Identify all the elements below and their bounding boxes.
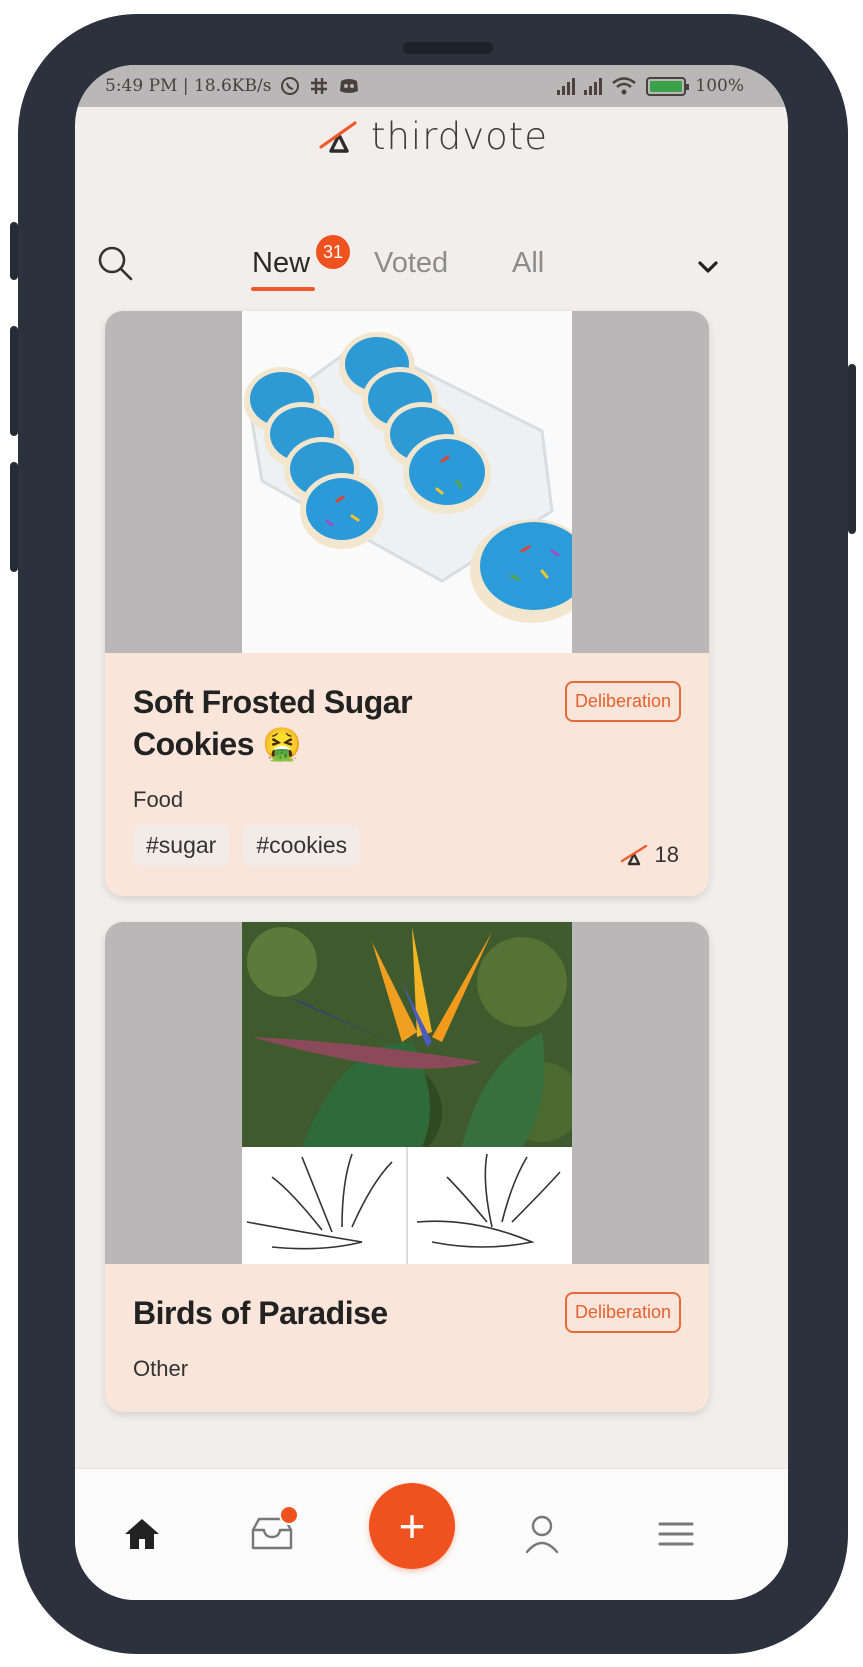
vote-icon <box>620 844 647 866</box>
signal-icon <box>584 77 603 95</box>
card-title: Soft Frosted Sugar Cookies 🤮 <box>133 684 413 762</box>
nav-inbox[interactable] <box>247 1505 299 1559</box>
status-badge: Deliberation <box>564 1292 681 1333</box>
card-body: Soft Frosted Sugar Cookies 🤮 Deliberatio… <box>105 653 709 896</box>
nav-home[interactable] <box>117 1509 167 1559</box>
feed-tabs: New 31 Voted All <box>75 235 788 305</box>
bottom-navigation: + <box>75 1468 788 1600</box>
tab-voted[interactable]: Voted <box>374 247 448 280</box>
new-count-badge: 31 <box>316 235 350 269</box>
menu-icon <box>658 1522 694 1546</box>
tag-chip[interactable]: #sugar <box>133 825 230 866</box>
whatsapp-icon <box>281 77 300 95</box>
card-category: Other <box>133 1356 189 1381</box>
app-header: thirdvote <box>75 115 788 158</box>
discord-icon <box>340 79 359 93</box>
tab-new[interactable]: New <box>252 247 310 280</box>
active-tab-indicator <box>251 287 315 291</box>
side-button <box>10 222 18 280</box>
profile-icon <box>525 1515 559 1554</box>
thirdvote-logo-icon <box>319 120 357 153</box>
card-image-area <box>105 922 709 1264</box>
inbox-notification-dot <box>279 1505 299 1525</box>
status-time-speed: 5:49 PM | 18.6KB/s <box>105 76 272 96</box>
card-title: Birds of Paradise <box>133 1295 388 1331</box>
power-button <box>848 364 856 534</box>
app-screen: 5:49 PM | 18.6KB/s 100% thirdvote New 31 <box>75 65 788 1600</box>
slack-icon <box>311 78 328 94</box>
card-body: Birds of Paradise Deliberation Other <box>105 1264 709 1412</box>
birds-of-paradise-image <box>242 922 572 1264</box>
poll-card[interactable]: Soft Frosted Sugar Cookies 🤮 Deliberatio… <box>105 311 709 896</box>
nav-menu[interactable] <box>651 1509 701 1559</box>
status-bar: 5:49 PM | 18.6KB/s 100% <box>75 65 788 107</box>
brand-name: thirdvote <box>370 115 549 158</box>
home-icon <box>125 1519 159 1549</box>
plus-icon: + <box>398 1500 426 1552</box>
battery-percent: 100% <box>695 76 744 96</box>
tab-all[interactable]: All <box>512 247 544 280</box>
poll-card[interactable]: Birds of Paradise Deliberation Other <box>105 922 709 1412</box>
chevron-down-icon[interactable] <box>695 257 721 277</box>
search-icon[interactable] <box>95 243 135 283</box>
nav-profile[interactable] <box>517 1509 567 1559</box>
cookies-image <box>242 311 572 653</box>
tag-chip[interactable]: #cookies <box>243 825 361 866</box>
wifi-icon <box>612 77 637 95</box>
vote-count: 18 <box>619 842 679 868</box>
earpiece <box>403 42 493 54</box>
vote-count-value: 18 <box>654 842 679 867</box>
card-image-area <box>105 311 709 653</box>
volume-up-button <box>10 326 18 436</box>
tag-list: #sugar #cookies <box>133 825 681 866</box>
create-poll-button[interactable]: + <box>369 1483 455 1569</box>
battery-icon <box>646 76 690 96</box>
card-category: Food <box>133 787 184 812</box>
volume-down-button <box>10 462 18 572</box>
status-badge: Deliberation <box>564 681 681 722</box>
signal-icon <box>557 77 576 95</box>
